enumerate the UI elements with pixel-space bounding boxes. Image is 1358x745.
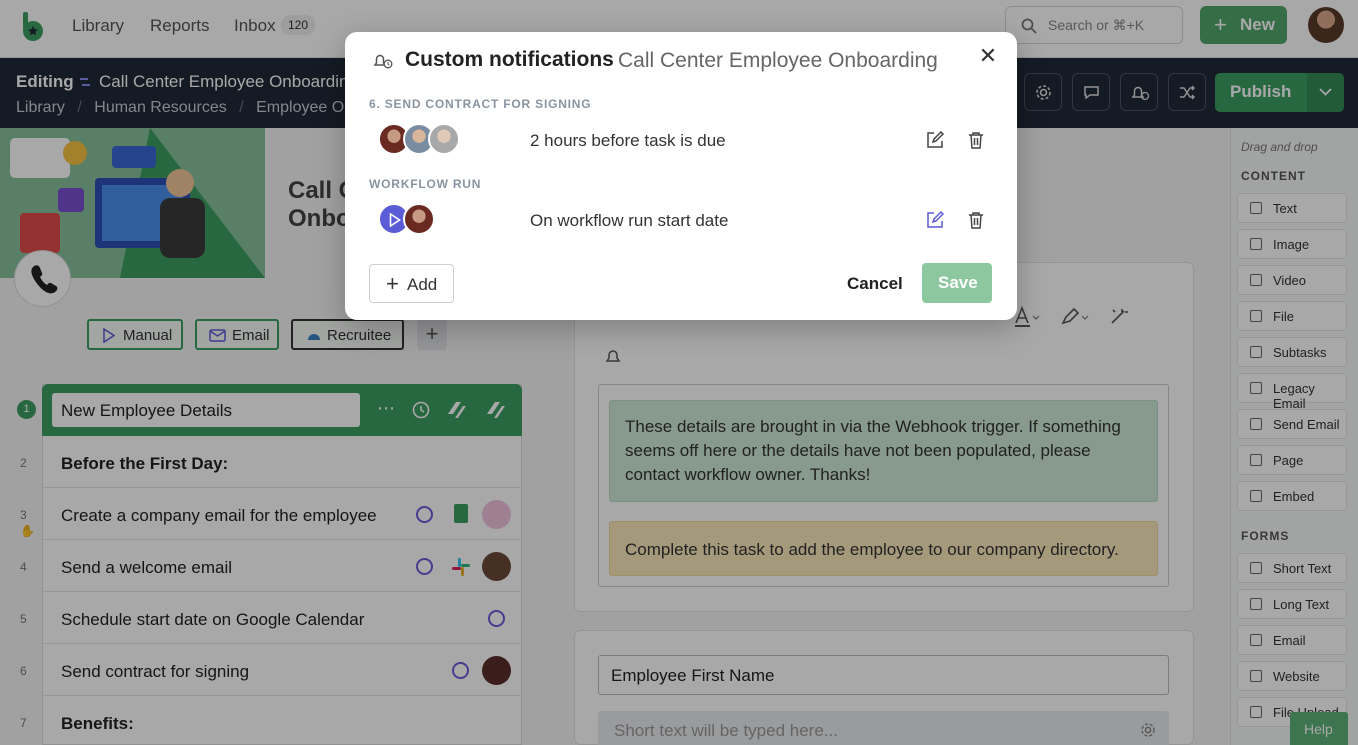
add-label: Add [407,275,438,294]
section-label-workflow-run: WORKFLOW RUN [369,177,482,191]
close-icon: ✕ [978,43,998,68]
save-button[interactable]: Save [922,263,992,303]
edit-icon[interactable] [926,131,944,149]
play-icon [389,213,401,227]
recipient-avatar[interactable] [428,123,460,155]
edit-icon[interactable] [926,211,944,229]
save-label: Save [938,273,978,292]
trash-icon[interactable] [968,131,984,149]
notification-rule-text[interactable]: On workflow run start date [530,211,728,231]
modal-title: Custom notifications [405,48,614,71]
close-button[interactable]: ✕ [977,43,999,68]
notification-rule-text[interactable]: 2 hours before task is due [530,131,726,151]
plus-icon: + [386,271,399,296]
modal-subtitle: Call Center Employee Onboarding [618,49,938,72]
cancel-button[interactable]: Cancel [847,274,903,294]
bell-clock-icon [373,54,393,69]
add-notification-button[interactable]: + Add [369,264,454,303]
recipient-avatar[interactable] [403,203,435,235]
trash-icon[interactable] [968,211,984,229]
section-label-task: 6. SEND CONTRACT FOR SIGNING [369,97,592,111]
custom-notifications-modal: Custom notifications Call Center Employe… [345,32,1017,320]
